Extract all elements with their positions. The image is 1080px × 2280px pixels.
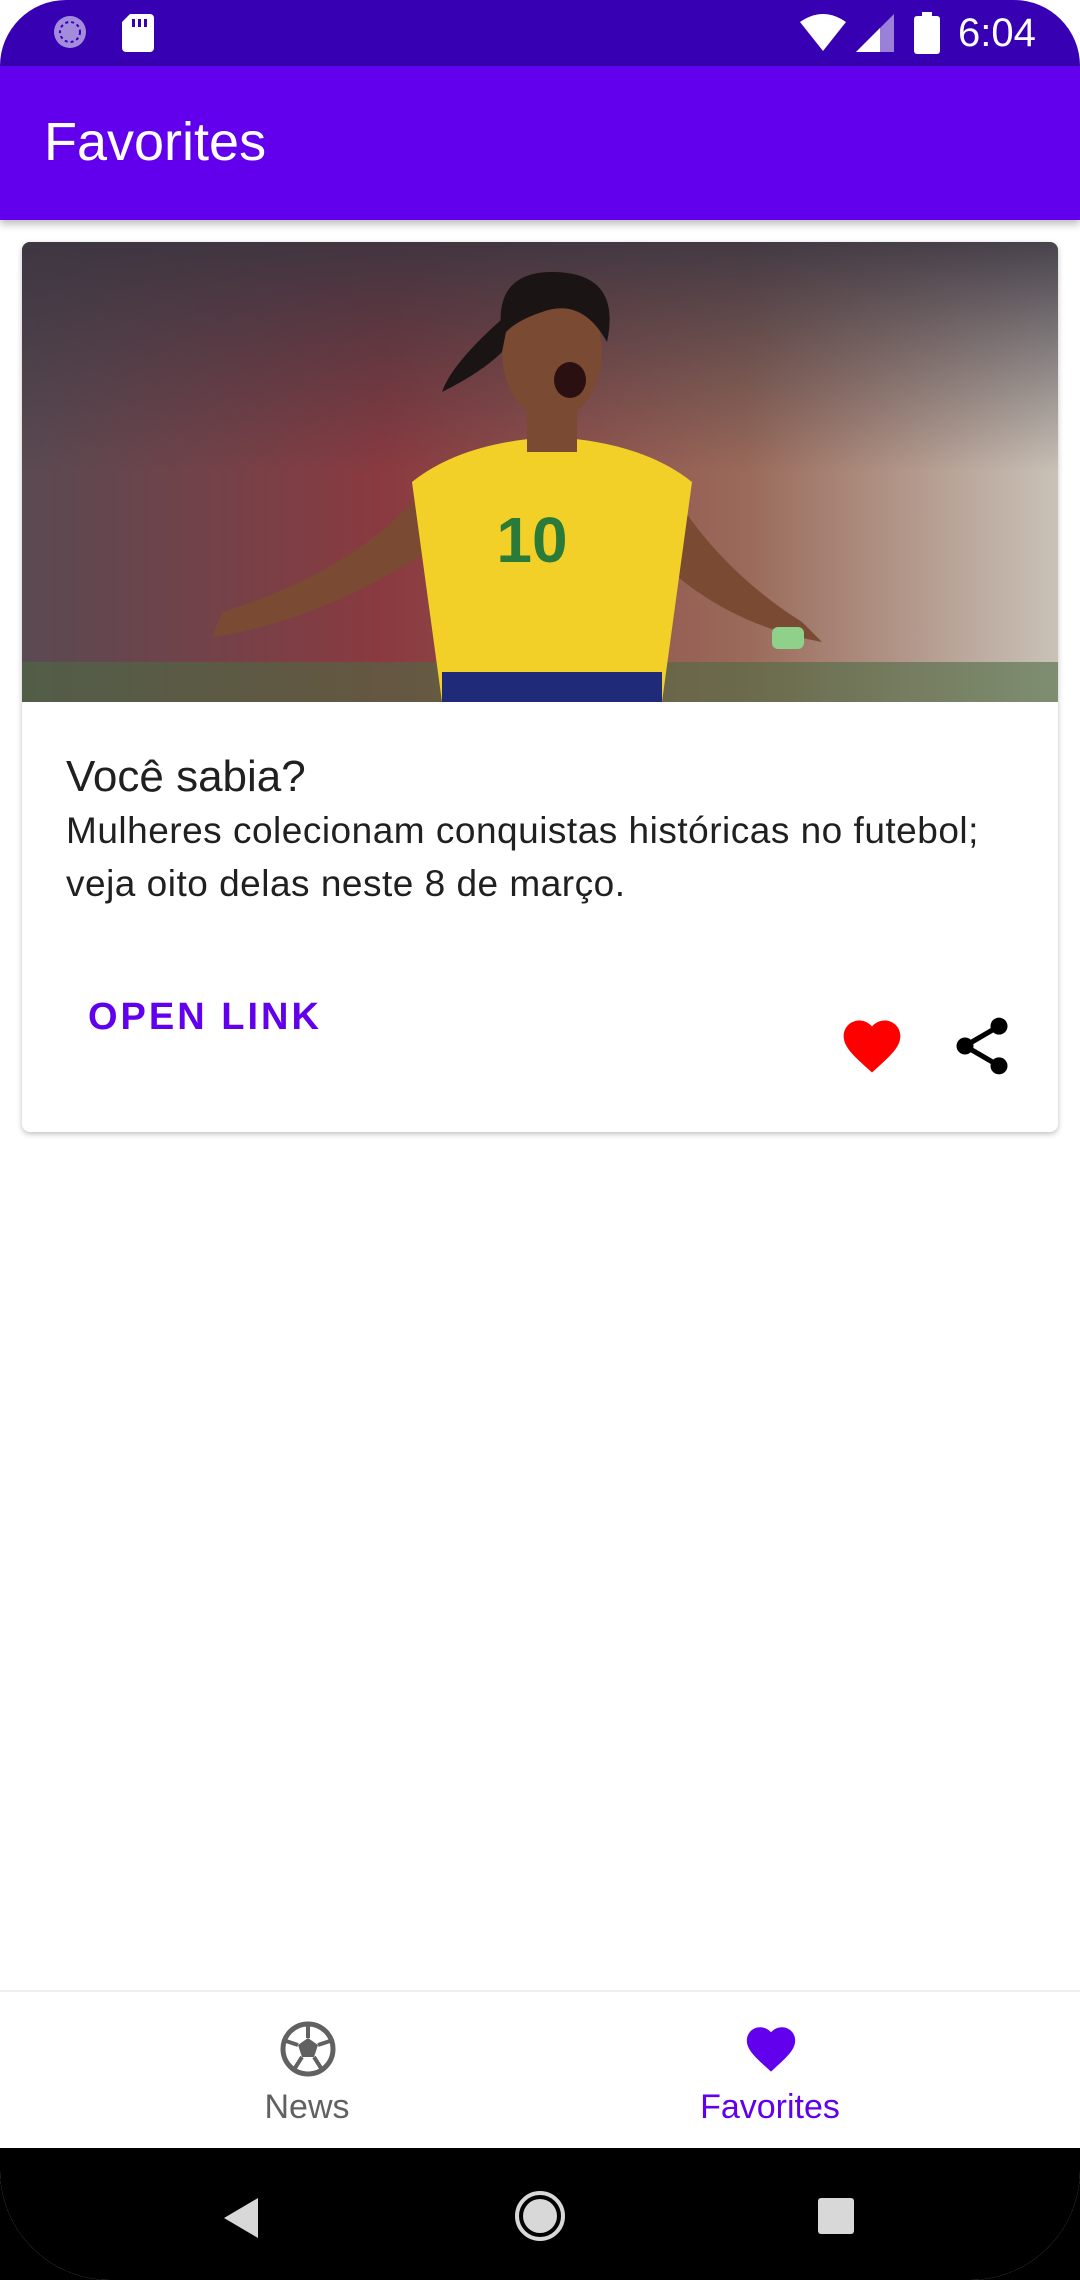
share-icon (956, 1017, 1008, 1075)
sync-icon (54, 16, 86, 48)
bottom-navigation: News Favorites (0, 1990, 1080, 2150)
heart-icon (746, 2027, 796, 2072)
back-icon[interactable] (222, 2196, 262, 2240)
svg-text:10: 10 (496, 504, 567, 576)
signal-icon (856, 14, 894, 52)
heart-icon (843, 1020, 901, 1073)
soccer-ball-icon (280, 2021, 336, 2077)
nav-label-news: News (264, 2088, 350, 2126)
wifi-icon (800, 14, 846, 51)
card-body: Mulheres colecionam conquistas histórica… (66, 810, 979, 904)
status-bar: 6:04 (0, 0, 1080, 66)
open-link-button[interactable]: OPEN LINK (88, 994, 322, 1040)
recents-icon[interactable] (818, 2198, 854, 2234)
system-navigation-bar (0, 2148, 1080, 2280)
app-bar: Favorites (0, 66, 1080, 220)
favorite-button[interactable] (838, 1012, 906, 1080)
news-card: 10 Você sabia? Mulheres colecionam conqu… (22, 242, 1058, 1132)
nav-item-favorites[interactable]: Favorites (540, 1992, 1000, 2150)
phone-screen: 6:04 Favorites 10 Você sabia? Mulheres c… (0, 0, 1080, 2280)
home-icon[interactable] (514, 2190, 566, 2242)
page-title: Favorites (44, 112, 267, 172)
share-button[interactable] (948, 1012, 1016, 1080)
nav-label-favorites: Favorites (700, 2088, 840, 2126)
card-title: Você sabia? (66, 752, 306, 801)
status-time: 6:04 (958, 11, 1036, 55)
news-image: 10 (22, 242, 1058, 702)
sd-card-icon (122, 14, 154, 52)
nav-item-news[interactable]: News (77, 1992, 537, 2150)
battery-icon (914, 12, 940, 54)
